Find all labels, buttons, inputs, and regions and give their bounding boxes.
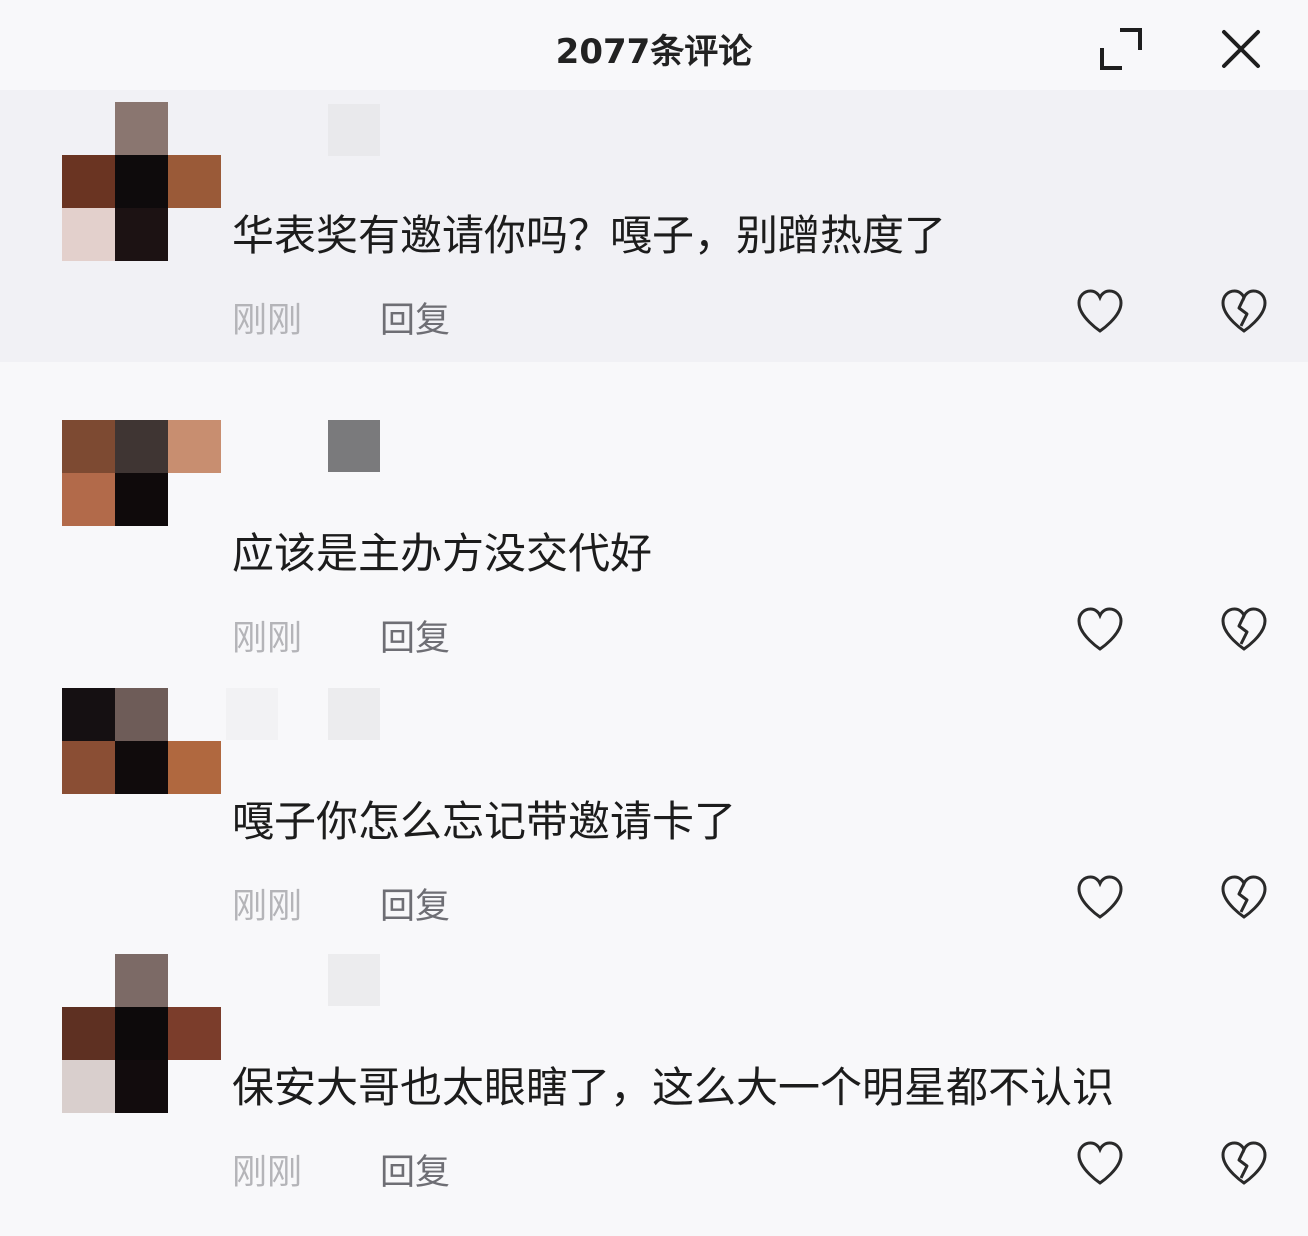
- avatar-mosaic-cell: [115, 473, 168, 526]
- avatar-mosaic-cell: [62, 741, 115, 794]
- comment-item: 华表奖有邀请你吗？嘎子，别蹭热度了 刚刚 回复: [0, 90, 1308, 362]
- username-blurred[interactable]: [328, 420, 380, 472]
- avatar-mosaic-cell: [168, 155, 221, 208]
- avatar-mosaic-cell: [168, 208, 221, 261]
- username-blurred[interactable]: [226, 688, 278, 740]
- comment-item: 嘎子你怎么忘记带邀请卡了 刚刚 回复: [0, 688, 1308, 970]
- avatar-mosaic-cell: [62, 1007, 115, 1060]
- comments-header: 2077条评论: [0, 0, 1308, 96]
- avatar-mosaic-cell: [62, 954, 115, 1007]
- avatar-mosaic-cell: [115, 208, 168, 261]
- avatar-mosaic-cell: [62, 473, 115, 526]
- username-blurred[interactable]: [226, 104, 278, 156]
- avatar[interactable]: [62, 102, 222, 262]
- comment-item: 保安大哥也太眼瞎了，这么大一个明星都不认识 刚刚 回复: [0, 954, 1308, 1236]
- avatar-mosaic-cell: [168, 420, 221, 473]
- avatar-mosaic-cell: [62, 102, 115, 155]
- broken-heart-icon[interactable]: [1218, 1138, 1270, 1190]
- avatar[interactable]: [62, 688, 222, 848]
- expand-icon[interactable]: [1098, 26, 1144, 72]
- avatar-mosaic-cell: [168, 794, 221, 847]
- avatar-mosaic-cell: [115, 420, 168, 473]
- heart-icon[interactable]: [1074, 604, 1126, 656]
- avatar-mosaic-cell: [168, 1007, 221, 1060]
- avatar-mosaic-cell: [62, 688, 115, 741]
- comment-time: 刚刚: [232, 301, 303, 341]
- broken-heart-icon[interactable]: [1218, 604, 1270, 656]
- avatar-mosaic-cell: [168, 954, 221, 1007]
- comment-item: 应该是主办方没交代好 刚刚 回复: [0, 420, 1308, 702]
- comment-time: 刚刚: [232, 1153, 303, 1193]
- avatar-mosaic-cell: [62, 526, 115, 579]
- avatar-mosaic-cell: [115, 1007, 168, 1060]
- reply-button[interactable]: 回复: [380, 292, 450, 343]
- avatar-mosaic-cell: [168, 741, 221, 794]
- broken-heart-icon[interactable]: [1218, 286, 1270, 338]
- avatar-mosaic-cell: [168, 526, 221, 579]
- username-blurred[interactable]: [226, 420, 278, 472]
- avatar-mosaic-cell: [115, 794, 168, 847]
- close-icon[interactable]: [1218, 26, 1264, 72]
- avatar-mosaic-cell: [168, 102, 221, 155]
- avatar-mosaic-cell: [62, 794, 115, 847]
- avatar[interactable]: [62, 420, 222, 580]
- reply-button[interactable]: 回复: [380, 610, 450, 661]
- broken-heart-icon[interactable]: [1218, 872, 1270, 924]
- username-blurred[interactable]: [226, 954, 278, 1006]
- reply-button[interactable]: 回复: [380, 1144, 450, 1195]
- avatar-mosaic-cell: [168, 688, 221, 741]
- comment-text: 华表奖有邀请你吗？嘎子，别蹭热度了: [232, 211, 947, 260]
- avatar-mosaic-cell: [115, 526, 168, 579]
- username-blurred[interactable]: [328, 688, 380, 740]
- comment-text: 嘎子你怎么忘记带邀请卡了: [232, 797, 737, 846]
- comment-text: 应该是主办方没交代好: [232, 529, 653, 578]
- comment-time: 刚刚: [232, 619, 303, 659]
- heart-icon[interactable]: [1074, 1138, 1126, 1190]
- heart-icon[interactable]: [1074, 286, 1126, 338]
- comment-time: 刚刚: [232, 887, 303, 927]
- avatar-mosaic-cell: [115, 155, 168, 208]
- avatar-mosaic-cell: [62, 155, 115, 208]
- username-blurred[interactable]: [328, 954, 380, 1006]
- reply-button[interactable]: 回复: [380, 878, 450, 929]
- avatar-mosaic-cell: [115, 954, 168, 1007]
- avatar-mosaic-cell: [168, 1060, 221, 1113]
- avatar-mosaic-cell: [62, 208, 115, 261]
- avatar-mosaic-cell: [62, 420, 115, 473]
- avatar-mosaic-cell: [62, 1060, 115, 1113]
- avatar-mosaic-cell: [115, 1060, 168, 1113]
- avatar-mosaic-cell: [115, 102, 168, 155]
- avatar[interactable]: [62, 954, 222, 1114]
- avatar-mosaic-cell: [115, 688, 168, 741]
- comment-text: 保安大哥也太眼瞎了，这么大一个明星都不认识: [232, 1063, 1115, 1112]
- avatar-mosaic-cell: [115, 741, 168, 794]
- avatar-mosaic-cell: [168, 473, 221, 526]
- heart-icon[interactable]: [1074, 872, 1126, 924]
- username-blurred[interactable]: [328, 104, 380, 156]
